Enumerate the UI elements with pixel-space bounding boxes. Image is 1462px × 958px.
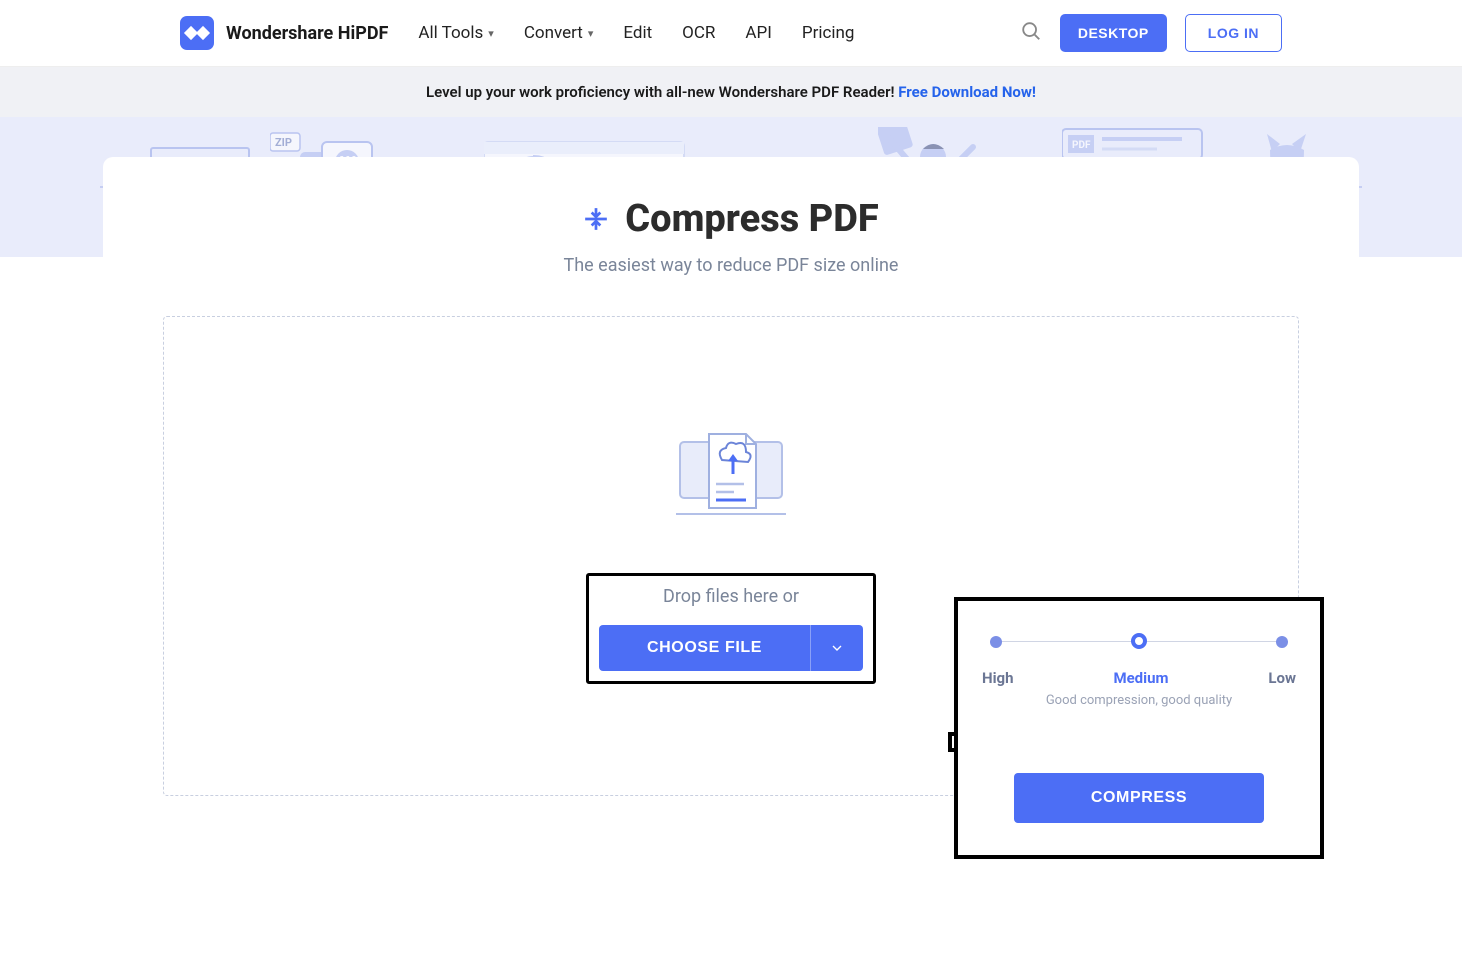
nav-label: All Tools: [418, 23, 483, 43]
nav-ocr[interactable]: OCR: [682, 23, 715, 43]
promo-text: Level up your work proficiency with all-…: [426, 83, 898, 101]
label-low: Low: [1268, 669, 1296, 687]
compression-panel: High Medium Low Good compression, good q…: [954, 597, 1324, 859]
svg-text:PDF: PDF: [1072, 140, 1091, 151]
nav-api[interactable]: API: [745, 23, 771, 43]
nav-label: OCR: [682, 23, 715, 43]
nav-label: Convert: [524, 23, 583, 43]
page-subtitle: The easiest way to reduce PDF size onlin…: [103, 255, 1359, 276]
nav: All Tools ▾ Convert ▾ Edit OCR API Prici…: [418, 23, 1019, 43]
drop-text: Drop files here or: [663, 586, 799, 607]
upload-illustration-icon: [676, 428, 786, 518]
choose-file-dropdown-button[interactable]: [810, 625, 863, 671]
compress-button[interactable]: COMPRESS: [1014, 773, 1264, 823]
choose-file-button[interactable]: CHOOSE FILE: [599, 625, 810, 671]
page-title: Compress PDF: [625, 197, 879, 241]
chevron-down-icon: [829, 640, 845, 656]
nav-all-tools[interactable]: All Tools ▾: [418, 23, 493, 43]
brand-text: Wondershare HiPDF: [226, 23, 388, 44]
slider-stop-high[interactable]: [990, 636, 1002, 648]
chevron-down-icon: ▾: [488, 27, 494, 40]
choose-file-frame: Drop files here or CHOOSE FILE: [586, 573, 876, 684]
desktop-button[interactable]: DESKTOP: [1060, 14, 1167, 52]
login-button[interactable]: LOG IN: [1185, 14, 1282, 52]
quality-slider[interactable]: [982, 631, 1296, 661]
chevron-down-icon: ▾: [588, 27, 594, 40]
main-card: Compress PDF The easiest way to reduce P…: [103, 157, 1359, 856]
header: Wondershare HiPDF All Tools ▾ Convert ▾ …: [0, 0, 1462, 67]
header-actions: DESKTOP LOG IN: [1020, 14, 1282, 52]
nav-pricing[interactable]: Pricing: [802, 23, 855, 43]
label-medium: Medium: [1113, 669, 1168, 687]
promo-banner: Level up your work proficiency with all-…: [0, 67, 1462, 117]
slider-stop-medium[interactable]: [1131, 633, 1147, 649]
svg-text:ZIP: ZIP: [275, 136, 292, 149]
brand-logo[interactable]: Wondershare HiPDF: [180, 16, 388, 50]
compress-icon: [583, 206, 609, 232]
label-high: High: [982, 669, 1014, 687]
logo-icon: [180, 16, 214, 50]
nav-edit[interactable]: Edit: [623, 23, 652, 43]
promo-link[interactable]: Free Download Now!: [898, 83, 1036, 101]
slider-stop-low[interactable]: [1276, 636, 1288, 648]
quality-description: Good compression, good quality: [982, 693, 1296, 708]
search-icon[interactable]: [1020, 20, 1042, 46]
nav-label: Pricing: [802, 23, 855, 43]
nav-convert[interactable]: Convert ▾: [524, 23, 594, 43]
nav-label: API: [745, 23, 771, 43]
nav-label: Edit: [623, 23, 652, 43]
